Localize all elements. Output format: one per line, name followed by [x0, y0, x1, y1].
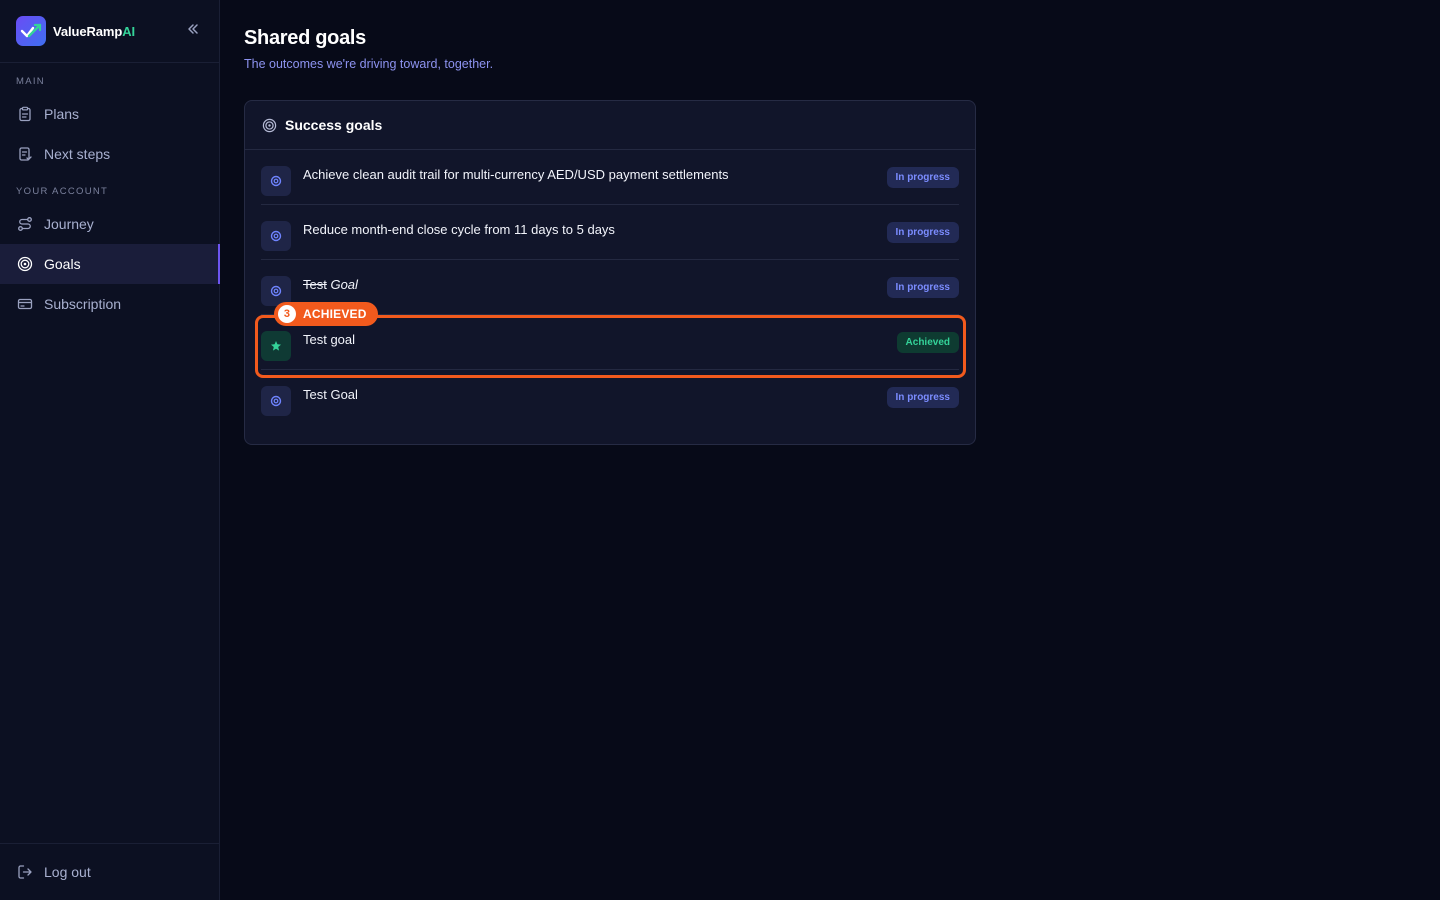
goal-text: Achieve clean audit trail for multi-curr… [303, 167, 729, 182]
sidebar-item-plans[interactable]: Plans [0, 94, 219, 134]
target-icon [16, 255, 34, 273]
chevrons-left-icon [186, 22, 200, 41]
goal-target-icon [261, 166, 291, 196]
brand-logo-icon[interactable] [16, 16, 46, 46]
sidebar-item-label: Journey [44, 216, 94, 232]
sidebar-item-label: Subscription [44, 296, 122, 312]
status-badge[interactable]: In progress [886, 167, 959, 188]
collapse-sidebar-button[interactable] [183, 21, 203, 41]
page-title: Shared goals [244, 27, 366, 49]
page-subtitle: The outcomes we're driving toward, toget… [244, 57, 494, 71]
goal-text: Test Goal [303, 387, 358, 402]
sidebar-item-next-steps[interactable]: Next steps [0, 134, 219, 174]
brand-name: ValueRampAI [53, 24, 135, 39]
goal-text: Reduce month-end close cycle from 11 day… [303, 222, 615, 237]
goal-text: Test goal [303, 332, 356, 347]
logout-label: Log out [44, 864, 91, 880]
brand-name-suffix: AI [122, 23, 135, 39]
status-badge[interactable]: Achieved [896, 332, 959, 353]
card-title: Success goals [285, 117, 383, 133]
success-goals-card: Success goals Achieve clean audit trail … [244, 100, 976, 445]
highlight-label: ACHIEVED [303, 307, 367, 321]
goal-text-italic: Goal [330, 277, 358, 292]
clipboard-icon [16, 105, 34, 123]
sidebar-item-journey[interactable]: Journey [0, 204, 219, 244]
sidebar-item-label: Goals [44, 256, 81, 272]
goal-list: Achieve clean audit trail for multi-curr… [245, 150, 975, 425]
highlight-number: 3 [278, 305, 296, 323]
app-root: ValueRampAI MAIN Plans Next steps YOUR A… [0, 0, 1440, 900]
status-badge[interactable]: In progress [886, 387, 959, 408]
highlight-tag: 3 ACHIEVED [274, 302, 378, 326]
checklist-icon [16, 145, 34, 163]
card-header: Success goals [245, 101, 975, 150]
sidebar-item-label: Plans [44, 106, 80, 122]
sidebar: ValueRampAI MAIN Plans Next steps YOUR A… [0, 0, 220, 900]
goal-text-strikethrough: Test [303, 277, 327, 292]
goal-row[interactable]: Reduce month-end close cycle from 11 day… [261, 205, 959, 260]
sidebar-item-subscription[interactable]: Subscription [0, 284, 219, 324]
status-badge[interactable]: In progress [886, 222, 959, 243]
goal-row[interactable]: Test Goal In progress [261, 370, 959, 425]
goal-text: Test Goal [303, 277, 887, 292]
goal-target-icon [261, 221, 291, 251]
route-icon [16, 215, 34, 233]
section-label-account: YOUR ACCOUNT [16, 186, 109, 197]
credit-card-icon [16, 295, 34, 313]
main-content: Shared goals The outcomes we're driving … [220, 0, 1440, 900]
sidebar-footer: Log out [0, 843, 219, 900]
logout-button[interactable]: Log out [0, 852, 219, 892]
star-icon [261, 331, 291, 361]
goal-row[interactable]: Achieve clean audit trail for multi-curr… [261, 150, 959, 205]
target-icon [261, 117, 277, 133]
brand-name-main: ValueRamp [53, 23, 123, 39]
logout-icon [16, 863, 34, 881]
sidebar-item-label: Next steps [44, 146, 111, 162]
brand-header: ValueRampAI [0, 0, 219, 63]
section-label-main: MAIN [16, 76, 45, 87]
sidebar-item-goals[interactable]: Goals [0, 244, 220, 284]
goal-target-icon [261, 386, 291, 416]
status-badge[interactable]: In progress [886, 277, 959, 298]
